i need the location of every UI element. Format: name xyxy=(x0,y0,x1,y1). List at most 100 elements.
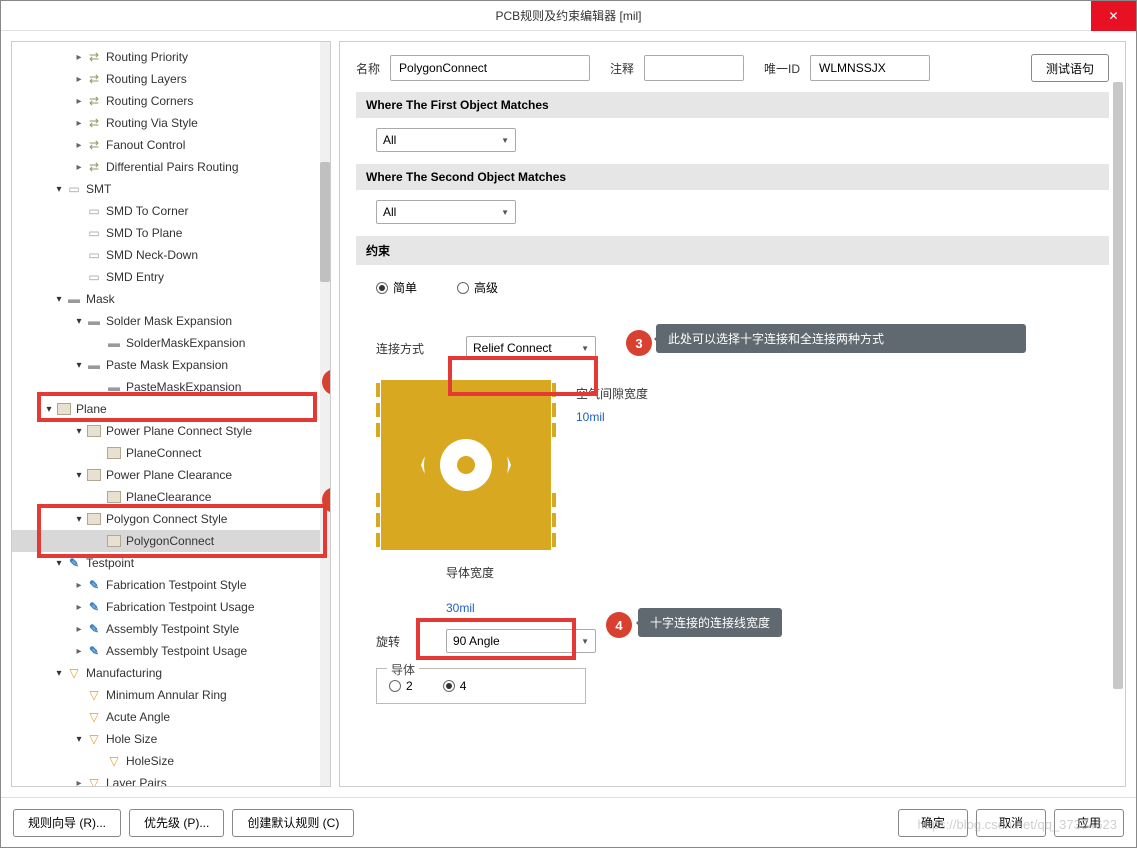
radio-advanced[interactable]: 高级 xyxy=(457,279,498,296)
tree-item[interactable]: ▭SMT xyxy=(12,178,330,200)
tree-item[interactable]: ▭SMD To Corner xyxy=(12,200,330,222)
tree-item[interactable]: ⇄Routing Via Style xyxy=(12,112,330,134)
radio-simple[interactable]: 简单 xyxy=(376,279,417,296)
rule-tree[interactable]: ⇄Routing Priority⇄Routing Layers⇄Routing… xyxy=(12,42,330,786)
tree-arrow-icon[interactable] xyxy=(52,558,66,569)
tree-item[interactable]: PlaneConnect xyxy=(12,442,330,464)
tree-arrow-icon[interactable] xyxy=(42,404,56,415)
tree-item[interactable]: ▽ HoleSize xyxy=(12,750,330,772)
tree-item[interactable]: ▬PasteMaskExpansion xyxy=(12,376,330,398)
conductor-count-group: 导体 2 4 xyxy=(376,668,586,704)
radio-advanced-label: 高级 xyxy=(474,279,498,296)
tree-item[interactable]: ▽Acute Angle xyxy=(12,706,330,728)
tree-scrollbar[interactable] xyxy=(320,42,330,786)
mask-icon: ▬ xyxy=(106,335,122,351)
annotation-callout-3-text: 此处可以选择十字连接和全连接两种方式 xyxy=(668,330,884,347)
air-gap-value[interactable]: 10mil xyxy=(576,410,648,424)
conductor-width-value[interactable]: 30mil xyxy=(446,601,576,615)
tree-item[interactable]: ▽Manufacturing xyxy=(12,662,330,684)
tree-arrow-icon[interactable] xyxy=(72,580,86,591)
rule-wizard-button[interactable]: 规则向导 (R)... xyxy=(13,809,121,837)
testpoint-icon: ✎ xyxy=(86,577,102,593)
test-query-button[interactable]: 测试语句 xyxy=(1031,54,1109,82)
connect-mode-dropdown[interactable]: Relief Connect ▼ xyxy=(466,336,596,360)
tree-item[interactable]: ⇄Routing Corners xyxy=(12,90,330,112)
plane-icon xyxy=(106,489,122,505)
tree-item[interactable]: PlaneClearance xyxy=(12,486,330,508)
id-input[interactable] xyxy=(810,55,930,81)
tree-item[interactable]: ⇄Differential Pairs Routing xyxy=(12,156,330,178)
detail-scrollbar-thumb[interactable] xyxy=(1113,82,1123,689)
tree-item[interactable]: ▭SMD Neck-Down xyxy=(12,244,330,266)
tree-item-label: HoleSize xyxy=(126,754,174,768)
tree-arrow-icon[interactable] xyxy=(52,668,66,679)
tree-item[interactable]: ▬SolderMaskExpansion xyxy=(12,332,330,354)
tree-item[interactable]: Polygon Connect Style xyxy=(12,508,330,530)
tree-item-label: SMD To Plane xyxy=(106,226,182,240)
radio-dot-icon xyxy=(376,282,388,294)
tree-item[interactable]: ✎Fabrication Testpoint Usage xyxy=(12,596,330,618)
tree-item[interactable]: ▽Minimum Annular Ring xyxy=(12,684,330,706)
tree-arrow-icon[interactable] xyxy=(72,778,86,787)
tree-item[interactable]: ⇄Fanout Control xyxy=(12,134,330,156)
tree-arrow-icon[interactable] xyxy=(72,140,86,151)
tree-item[interactable]: ▭SMD To Plane xyxy=(12,222,330,244)
priority-button[interactable]: 优先级 (P)... xyxy=(129,809,224,837)
tree-item[interactable]: ✎Testpoint xyxy=(12,552,330,574)
tree-arrow-icon[interactable] xyxy=(72,360,86,371)
tree-arrow-icon[interactable] xyxy=(72,602,86,613)
tree-arrow-icon[interactable] xyxy=(72,470,86,481)
tree-arrow-icon[interactable] xyxy=(72,118,86,129)
tree-item[interactable]: ▽Layer Pairs xyxy=(12,772,330,786)
first-match-dropdown[interactable]: All ▼ xyxy=(376,128,516,152)
tree-item[interactable]: ✎Assembly Testpoint Style xyxy=(12,618,330,640)
name-input[interactable] xyxy=(390,55,590,81)
tree-item[interactable]: Power Plane Clearance xyxy=(12,464,330,486)
comment-input[interactable] xyxy=(644,55,744,81)
tree-arrow-icon[interactable] xyxy=(72,514,86,525)
tree-arrow-icon[interactable] xyxy=(72,624,86,635)
tree-item[interactable]: ▬Mask xyxy=(12,288,330,310)
tree-arrow-icon[interactable] xyxy=(72,52,86,63)
tree-arrow-icon[interactable] xyxy=(72,96,86,107)
footer: 规则向导 (R)... 优先级 (P)... 创建默认规则 (C) 确定 取消 … xyxy=(1,797,1136,847)
tree-arrow-icon[interactable] xyxy=(72,734,86,745)
tree-item[interactable]: ▽Hole Size xyxy=(12,728,330,750)
tree-arrow-icon[interactable] xyxy=(52,294,66,305)
tree-item-label: Minimum Annular Ring xyxy=(106,688,227,702)
tree-item[interactable]: ⇄Routing Layers xyxy=(12,68,330,90)
radio-4-label: 4 xyxy=(460,679,467,693)
detail-scrollbar[interactable] xyxy=(1113,82,1123,756)
tree-item[interactable]: PolygonConnect xyxy=(12,530,330,552)
tree-arrow-icon[interactable] xyxy=(52,184,66,195)
window-title: PCB规则及约束编辑器 [mil] xyxy=(495,7,641,24)
cancel-button[interactable]: 取消 xyxy=(976,809,1046,837)
tree-arrow-icon[interactable] xyxy=(72,646,86,657)
radio-conductor-2[interactable]: 2 xyxy=(389,679,413,693)
tree-item[interactable]: ▭SMD Entry xyxy=(12,266,330,288)
tree-arrow-icon[interactable] xyxy=(72,426,86,437)
tree-item[interactable]: Power Plane Connect Style xyxy=(12,420,330,442)
create-defaults-button[interactable]: 创建默认规则 (C) xyxy=(232,809,354,837)
annotation-callout-4-text: 十字连接的连接线宽度 xyxy=(650,614,770,631)
apply-button[interactable]: 应用 xyxy=(1054,809,1124,837)
tree-item[interactable]: Plane xyxy=(12,398,330,420)
tree-scrollbar-thumb[interactable] xyxy=(320,162,330,282)
close-button[interactable]: ✕ xyxy=(1091,1,1136,31)
smt-icon: ▭ xyxy=(86,247,102,263)
tree-item[interactable]: ▬Solder Mask Expansion xyxy=(12,310,330,332)
smt-icon: ▭ xyxy=(66,181,82,197)
tree-item[interactable]: ✎Fabrication Testpoint Style xyxy=(12,574,330,596)
second-match-dropdown[interactable]: All ▼ xyxy=(376,200,516,224)
rotation-dropdown[interactable]: 90 Angle ▼ xyxy=(446,629,596,653)
tree-arrow-icon[interactable] xyxy=(72,316,86,327)
tree-arrow-icon[interactable] xyxy=(72,162,86,173)
tree-item[interactable]: ✎Assembly Testpoint Usage xyxy=(12,640,330,662)
first-match-value: All xyxy=(383,133,396,147)
radio-conductor-4[interactable]: 4 xyxy=(443,679,467,693)
tree-arrow-icon[interactable] xyxy=(72,74,86,85)
tree-item[interactable]: ▬Paste Mask Expansion xyxy=(12,354,330,376)
manufacturing-icon: ▽ xyxy=(106,753,122,769)
ok-button[interactable]: 确定 xyxy=(898,809,968,837)
tree-item[interactable]: ⇄Routing Priority xyxy=(12,46,330,68)
